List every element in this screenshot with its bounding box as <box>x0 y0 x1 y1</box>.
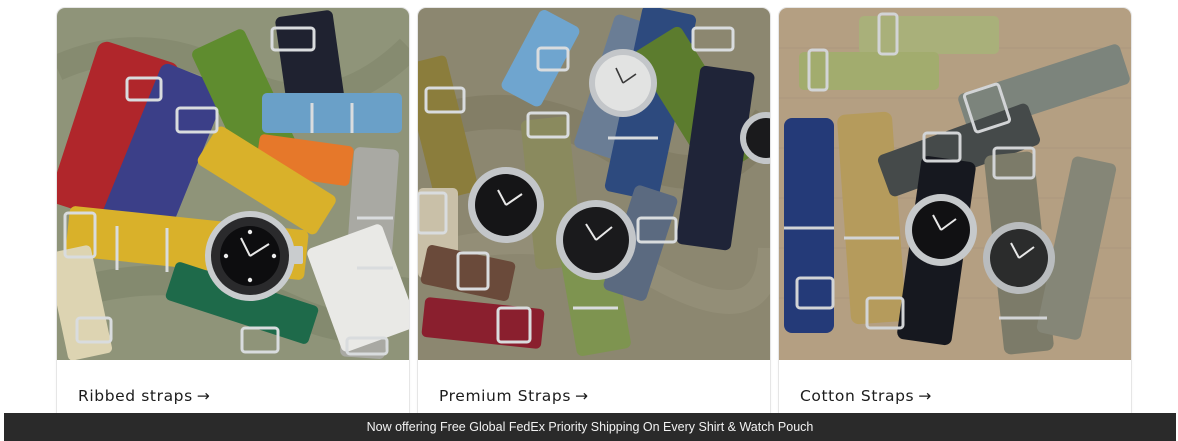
collection-image-ribbed-straps[interactable] <box>57 8 409 360</box>
announcement-text: Now offering Free Global FedEx Priority … <box>366 420 814 434</box>
collection-title[interactable]: Ribbed straps <box>78 387 193 405</box>
collection-link-premium-straps[interactable]: Premium Straps → <box>439 387 589 405</box>
collection-grid: Ribbed straps → Premium Straps → Cotton … <box>0 0 1178 441</box>
arrow-right-icon: → <box>196 387 211 405</box>
collection-image-premium-straps[interactable] <box>418 8 770 360</box>
collection-link-ribbed-straps[interactable]: Ribbed straps → <box>78 387 210 405</box>
announcement-bar: Now offering Free Global FedEx Priority … <box>4 413 1176 441</box>
collection-link-cotton-straps[interactable]: Cotton Straps → <box>800 387 932 405</box>
collection-card-cotton-straps[interactable]: Cotton Straps → <box>779 8 1131 428</box>
collection-title[interactable]: Cotton Straps <box>800 387 914 405</box>
collection-card-premium-straps[interactable]: Premium Straps → <box>418 8 770 428</box>
collection-title[interactable]: Premium Straps <box>439 387 571 405</box>
collection-image-cotton-straps[interactable] <box>779 8 1131 360</box>
arrow-right-icon: → <box>575 387 589 405</box>
arrow-right-icon: → <box>918 387 932 405</box>
collection-card-ribbed-straps[interactable]: Ribbed straps → <box>57 8 409 428</box>
